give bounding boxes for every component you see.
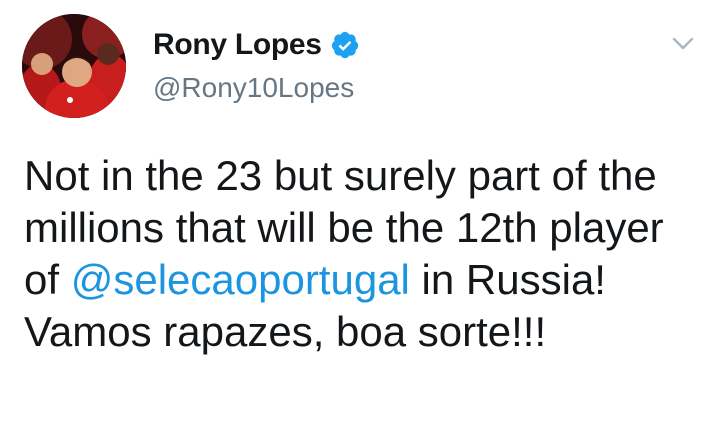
avatar[interactable] — [22, 14, 126, 118]
verified-badge-icon — [330, 30, 360, 60]
tweet-header: Rony Lopes @Rony10Lopes — [153, 26, 360, 104]
user-handle[interactable]: @Rony10Lopes — [153, 72, 360, 104]
chevron-down-icon[interactable] — [670, 30, 696, 56]
avatar-photo — [22, 14, 126, 118]
tweet-card: Rony Lopes @Rony10Lopes Not in the 23 bu… — [0, 0, 720, 425]
name-row: Rony Lopes — [153, 26, 360, 64]
display-name[interactable]: Rony Lopes — [153, 28, 322, 62]
mention-link[interactable]: @selecaoportugal — [71, 256, 410, 303]
tweet-text: Not in the 23 but surely part of the mil… — [24, 150, 704, 358]
